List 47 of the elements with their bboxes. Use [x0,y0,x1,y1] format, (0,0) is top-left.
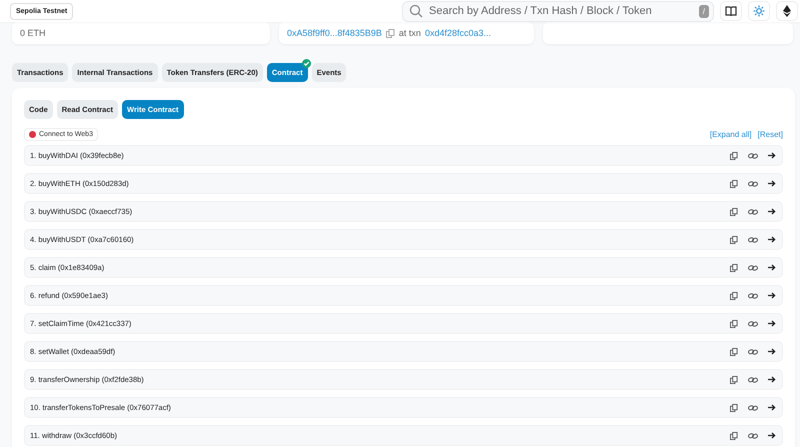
copy-icon[interactable] [730,348,738,356]
arrow-right-icon[interactable] [768,152,776,159]
theme-button[interactable] [748,1,770,21]
copy-icon[interactable] [730,376,738,384]
copy-icon[interactable] [730,404,738,412]
copy-icon[interactable] [730,152,738,160]
copy-icon[interactable] [730,236,738,244]
arrow-right-icon[interactable] [768,180,776,187]
balance-value: 0 ETH [20,28,46,38]
link-icon[interactable] [748,348,758,356]
copy-icon[interactable] [730,180,738,188]
sun-icon [753,5,765,17]
reset-link[interactable]: [Reset] [758,130,783,139]
arrow-right-icon[interactable] [768,292,776,299]
search-icon [409,4,423,18]
book-icon-button[interactable] [720,1,742,21]
link-icon[interactable] [748,152,758,160]
arrow-right-icon[interactable] [768,432,776,439]
link-icon[interactable] [748,208,758,216]
arrow-right-icon[interactable] [768,404,776,411]
link-icon[interactable] [748,236,758,244]
diamond-icon [783,5,791,17]
shortcut-key: / [698,4,709,18]
link-icon[interactable] [748,264,758,272]
copy-icon[interactable] [730,432,738,440]
expand-all-link[interactable]: [Expand all] [710,130,752,139]
arrow-right-icon[interactable] [768,236,776,243]
link-icon[interactable] [748,404,758,412]
network-button[interactable] [776,1,798,21]
arrow-right-icon[interactable] [768,320,776,327]
creator-txn-link[interactable]: 0xd4f28fcc0a3... [424,28,491,38]
txn-label: at txn [398,28,421,38]
creator-address-link[interactable]: 0xA58f9ff0...8f4835B9B [287,28,382,38]
arrow-right-icon[interactable] [768,376,776,383]
copy-icon[interactable] [730,292,738,300]
book-icon [725,6,737,16]
link-icon[interactable] [748,376,758,384]
copy-icon[interactable] [730,208,738,216]
arrow-right-icon[interactable] [768,264,776,271]
link-icon[interactable] [748,292,758,300]
link-icon[interactable] [748,180,758,188]
link-icon[interactable] [748,320,758,328]
link-icon[interactable] [748,432,758,440]
arrow-right-icon[interactable] [768,208,776,215]
copy-icon[interactable] [730,320,738,328]
copy-icon[interactable] [730,264,738,272]
arrow-right-icon[interactable] [768,348,776,355]
